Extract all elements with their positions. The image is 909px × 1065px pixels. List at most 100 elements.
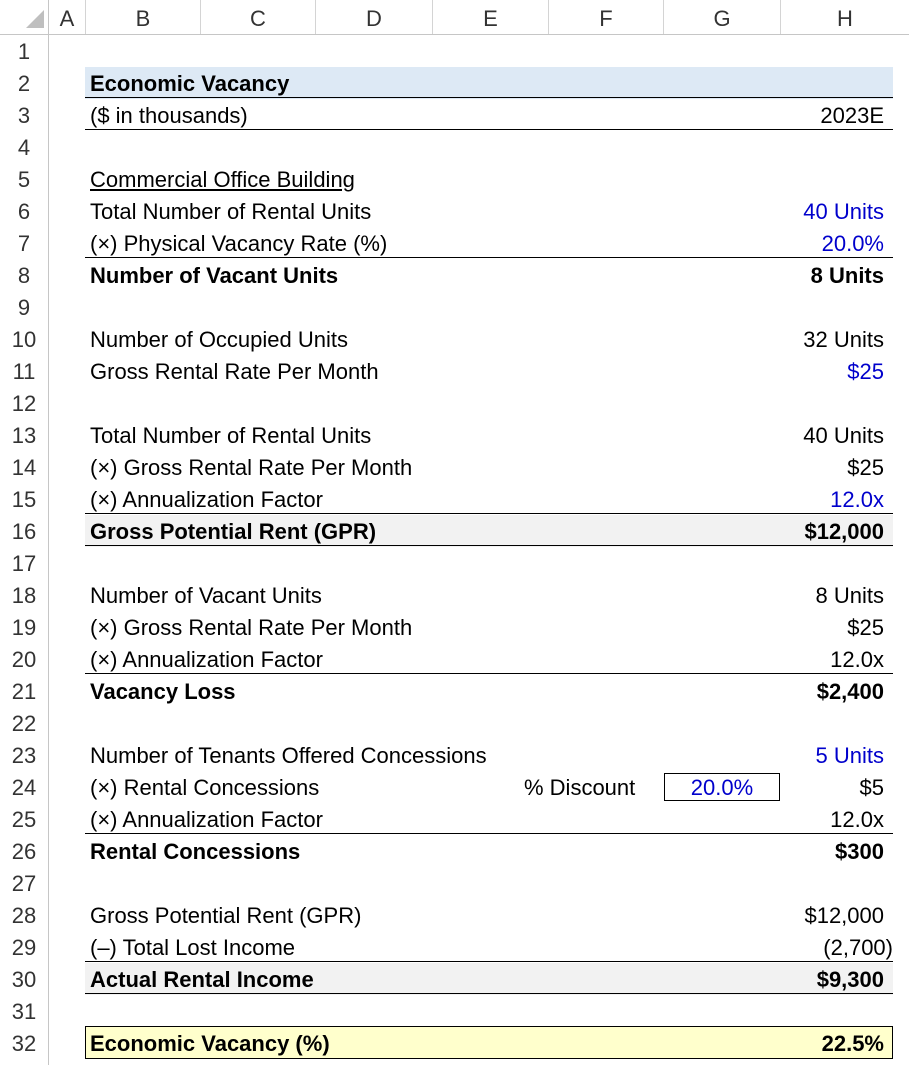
row-21: Vacancy Loss $2,400 <box>49 675 909 707</box>
row-header-6[interactable]: 6 <box>0 195 49 228</box>
row-value[interactable]: 40 Units <box>803 419 884 451</box>
row-header-29[interactable]: 29 <box>0 931 49 964</box>
row-value[interactable]: $12,000 <box>804 899 884 931</box>
row-header-19[interactable]: 19 <box>0 611 49 644</box>
total-border <box>85 993 893 994</box>
row-header-27[interactable]: 27 <box>0 867 49 900</box>
row-header-3[interactable]: 3 <box>0 99 49 132</box>
row-value[interactable]: $5 <box>860 771 884 803</box>
row-15: (×) Annualization Factor 12.0x <box>49 483 909 515</box>
row-header-26[interactable]: 26 <box>0 835 49 868</box>
row-header-7[interactable]: 7 <box>0 227 49 260</box>
row-value[interactable]: (2,700) <box>823 931 893 963</box>
select-all-corner[interactable] <box>0 0 49 34</box>
row-label[interactable]: Total Number of Rental Units <box>90 419 371 451</box>
row-label[interactable]: Total Number of Rental Units <box>90 195 371 227</box>
column-header-f[interactable]: F <box>549 0 664 34</box>
section-label[interactable]: Commercial Office Building <box>90 163 355 195</box>
result-value[interactable]: 22.5% <box>822 1027 884 1059</box>
total-value[interactable]: $300 <box>835 835 884 867</box>
column-header-h[interactable]: H <box>781 0 909 34</box>
subtotal-border <box>85 833 893 834</box>
row-label[interactable]: (×) Physical Vacancy Rate (%) <box>90 227 387 259</box>
column-header-c[interactable]: C <box>201 0 316 34</box>
row-header-25[interactable]: 25 <box>0 803 49 836</box>
row-label[interactable]: Gross Rental Rate Per Month <box>90 355 379 387</box>
discount-input-cell[interactable]: 20.0% <box>664 773 780 801</box>
row-label[interactable]: Number of Vacant Units <box>90 579 322 611</box>
row-value[interactable]: 32 Units <box>803 323 884 355</box>
input-value[interactable]: 5 Units <box>816 739 884 771</box>
row-header-10[interactable]: 10 <box>0 323 49 356</box>
row-header-23[interactable]: 23 <box>0 739 49 772</box>
row-18: Number of Vacant Units 8 Units <box>49 579 909 611</box>
input-value[interactable]: $25 <box>847 355 884 387</box>
input-value[interactable]: 12.0x <box>830 483 884 515</box>
row-header-17[interactable]: 17 <box>0 547 49 580</box>
row-header-8[interactable]: 8 <box>0 259 49 292</box>
row-label[interactable]: (×) Gross Rental Rate Per Month <box>90 611 412 643</box>
row-header-30[interactable]: 30 <box>0 963 49 996</box>
column-header-g[interactable]: G <box>664 0 781 34</box>
row-header-21[interactable]: 21 <box>0 675 49 708</box>
row-header-1[interactable]: 1 <box>0 35 49 68</box>
total-label[interactable]: Vacancy Loss <box>90 675 236 707</box>
year-header[interactable]: 2023E <box>820 99 884 131</box>
row-value[interactable]: 12.0x <box>830 803 884 835</box>
column-header-d[interactable]: D <box>316 0 433 34</box>
row-label[interactable]: Number of Occupied Units <box>90 323 348 355</box>
row-label[interactable]: (–) Total Lost Income <box>90 931 295 963</box>
row-header-28[interactable]: 28 <box>0 899 49 932</box>
row-header-31[interactable]: 31 <box>0 995 49 1028</box>
row-header-2[interactable]: 2 <box>0 67 49 100</box>
total-label[interactable]: Number of Vacant Units <box>90 259 338 291</box>
column-header-e[interactable]: E <box>433 0 549 34</box>
sheet-title[interactable]: Economic Vacancy <box>90 67 289 99</box>
row-header-11[interactable]: 11 <box>0 355 49 388</box>
row-header-16[interactable]: 16 <box>0 515 49 548</box>
row-label[interactable]: (×) Annualization Factor <box>90 643 323 675</box>
row-label[interactable]: (×) Annualization Factor <box>90 803 323 835</box>
row-header-9[interactable]: 9 <box>0 291 49 324</box>
row-header-33[interactable]: 33 <box>0 1059 49 1065</box>
row-value[interactable]: $25 <box>847 451 884 483</box>
row-23: Number of Tenants Offered Concessions 5 … <box>49 739 909 771</box>
input-value[interactable]: 20.0% <box>822 227 884 259</box>
units-label[interactable]: ($ in thousands) <box>90 99 248 131</box>
input-value[interactable]: 40 Units <box>803 195 884 227</box>
total-value[interactable]: $12,000 <box>804 515 884 547</box>
row-32: Economic Vacancy (%) 22.5% <box>49 1026 909 1059</box>
row-29: (–) Total Lost Income (2,700) <box>49 931 909 963</box>
row-28: Gross Potential Rent (GPR) $12,000 <box>49 899 909 931</box>
row-label[interactable]: Gross Potential Rent (GPR) <box>90 899 361 931</box>
row-header-18[interactable]: 18 <box>0 579 49 612</box>
total-value[interactable]: 8 Units <box>811 259 884 291</box>
row-label[interactable]: (×) Gross Rental Rate Per Month <box>90 451 412 483</box>
row-header-22[interactable]: 22 <box>0 707 49 740</box>
row-header-24[interactable]: 24 <box>0 771 49 804</box>
total-label[interactable]: Actual Rental Income <box>90 963 314 995</box>
row-label[interactable]: (×) Rental Concessions <box>90 771 319 803</box>
row-header-15[interactable]: 15 <box>0 483 49 516</box>
column-header-a[interactable]: A <box>49 0 86 34</box>
row-label[interactable]: (×) Annualization Factor <box>90 483 323 515</box>
total-label[interactable]: Rental Concessions <box>90 835 300 867</box>
row-header-12[interactable]: 12 <box>0 387 49 420</box>
row-header-20[interactable]: 20 <box>0 643 49 676</box>
total-label[interactable]: Gross Potential Rent (GPR) <box>90 515 376 547</box>
discount-label[interactable]: % Discount <box>524 771 635 803</box>
row-header-14[interactable]: 14 <box>0 451 49 484</box>
row-header-13[interactable]: 13 <box>0 419 49 452</box>
row-label[interactable]: Number of Tenants Offered Concessions <box>90 739 487 771</box>
row-value[interactable]: 8 Units <box>816 579 884 611</box>
column-header-b[interactable]: B <box>86 0 201 34</box>
row-value[interactable]: $25 <box>847 611 884 643</box>
row-header-4[interactable]: 4 <box>0 131 49 164</box>
row-value[interactable]: 12.0x <box>830 643 884 675</box>
row-26: Rental Concessions $300 <box>49 835 909 867</box>
row-header-32[interactable]: 32 <box>0 1027 49 1060</box>
result-label[interactable]: Economic Vacancy (%) <box>90 1027 330 1059</box>
total-value[interactable]: $9,300 <box>817 963 884 995</box>
row-header-5[interactable]: 5 <box>0 163 49 196</box>
total-value[interactable]: $2,400 <box>817 675 884 707</box>
